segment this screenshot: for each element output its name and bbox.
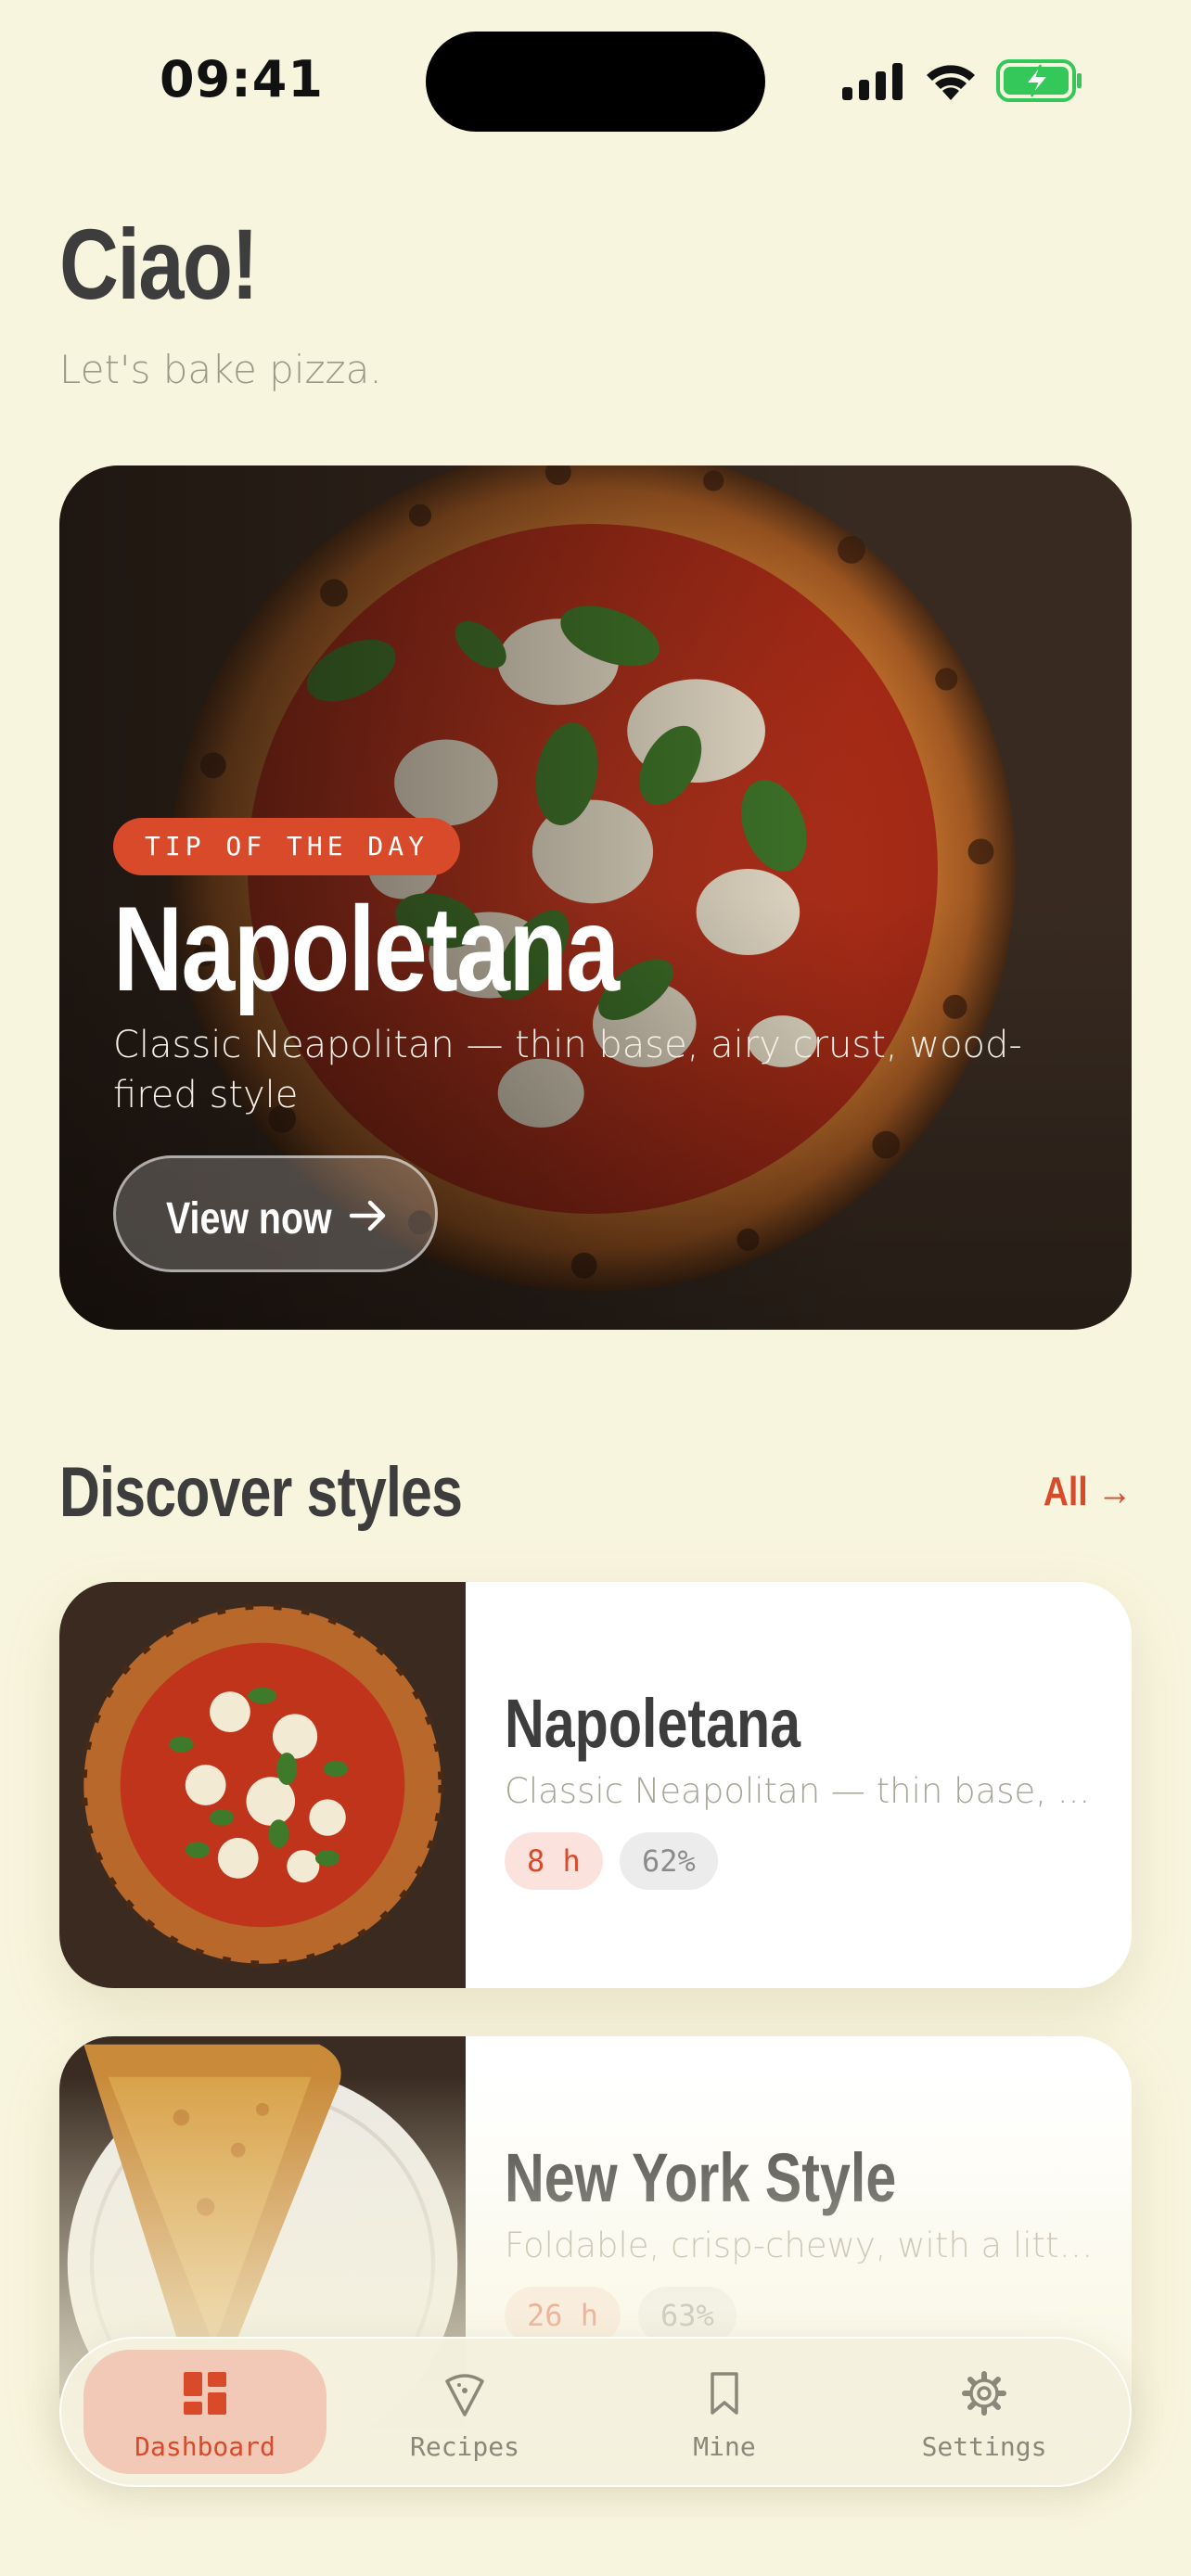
tab-label: Recipes — [409, 2431, 519, 2462]
discover-styles-title: Discover styles — [59, 1453, 463, 1532]
card-title: New York Style — [505, 2139, 897, 2216]
hero-description: Classic Neapolitan — thin base, airy cru… — [113, 1024, 1022, 1116]
hydration-chip: 63% — [638, 2287, 736, 2344]
napoletana-image — [59, 1582, 466, 1988]
bookmark-icon — [711, 2372, 738, 2415]
greeting-title: Ciao! — [59, 208, 259, 320]
dynamic-island — [426, 32, 765, 132]
hydration-chip: 62% — [620, 1832, 718, 1890]
arrow-right-icon — [349, 1200, 386, 1231]
battery-charging-icon — [996, 59, 1082, 102]
cellular-signal-icon — [842, 63, 903, 100]
tip-of-the-day-card[interactable]: TIP OF THE DAY Napoletana Classic Neapol… — [59, 465, 1132, 1330]
tab-label: Mine — [693, 2431, 756, 2462]
tab-bar: Dashboard Recipes Mine Settings — [59, 2337, 1132, 2487]
view-now-label: View now — [166, 1194, 332, 1243]
tab-label: Settings — [921, 2431, 1047, 2462]
dashboard-icon — [184, 2372, 226, 2415]
card-title: Napoletana — [505, 1685, 801, 1762]
tip-badge: TIP OF THE DAY — [113, 818, 461, 875]
tab-settings[interactable]: Settings — [863, 2350, 1106, 2474]
card-description: Foldable, crisp-chewy, with a littl... — [505, 2225, 1098, 2265]
tab-mine[interactable]: Mine — [603, 2350, 846, 2474]
hero-title: Napoletana — [113, 881, 620, 1016]
status-icons — [842, 57, 1083, 104]
gear-icon — [962, 2371, 1006, 2416]
all-styles-link[interactable]: All → — [1043, 1469, 1132, 1515]
wifi-icon — [927, 65, 975, 100]
card-description: Classic Neapolitan — thin base, ... — [505, 1771, 1091, 1811]
tab-dashboard[interactable]: Dashboard — [83, 2350, 327, 2474]
pizza-slice-icon — [445, 2374, 484, 2417]
tab-label: Dashboard — [134, 2431, 275, 2462]
proof-time-chip: 8 h — [505, 1832, 603, 1890]
proof-time-chip: 26 h — [505, 2287, 621, 2344]
style-card-napoletana[interactable]: Napoletana Classic Neapolitan — thin bas… — [59, 1582, 1132, 1988]
status-time: 09:41 — [160, 50, 324, 108]
tab-recipes[interactable]: Recipes — [343, 2350, 586, 2474]
view-now-button[interactable]: View now — [113, 1155, 438, 1272]
greeting-subtitle: Let's bake pizza. — [59, 347, 382, 392]
